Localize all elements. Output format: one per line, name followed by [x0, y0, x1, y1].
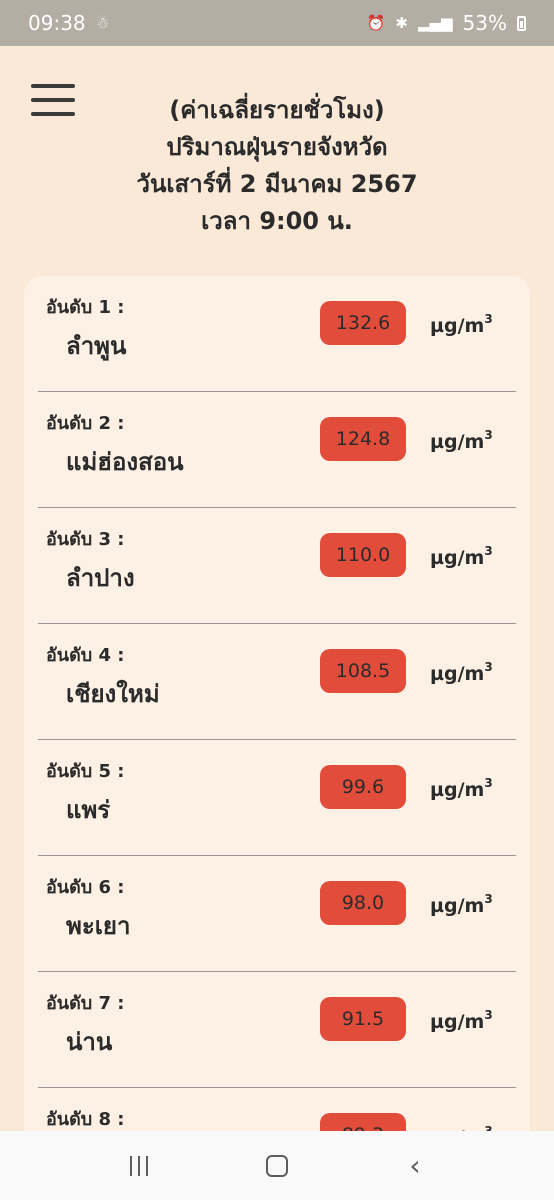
province-name: ลำพูน: [66, 332, 127, 360]
pm25-value-badge: 99.6: [320, 765, 406, 809]
province-name: เชียงใหม่: [66, 680, 160, 708]
rank-label: อันดับ 6 :: [46, 877, 125, 898]
unit-superscript: 3: [484, 1008, 493, 1022]
unit-superscript: 3: [484, 312, 493, 326]
status-bar-right: ⏰ ✱ ▂▄▆ 53%: [367, 11, 526, 35]
rank-label: อันดับ 4 :: [46, 645, 125, 666]
pm25-value-badge: 110.0: [320, 533, 406, 577]
unit-text: µg/m: [430, 895, 485, 917]
rank-label: อันดับ 7 :: [46, 993, 125, 1014]
unit-label: µg/m3: [430, 544, 493, 569]
battery-icon: [517, 15, 526, 31]
recent-apps-button[interactable]: [119, 1146, 159, 1186]
home-icon: [266, 1154, 288, 1177]
status-bar: 09:38 ☃ ⏰ ✱ ▂▄▆ 53%: [0, 0, 554, 46]
hamburger-menu-icon[interactable]: [31, 84, 75, 118]
home-button[interactable]: [257, 1146, 297, 1186]
pm25-value-badge: 132.6: [320, 301, 406, 345]
rank-label: อันดับ 1 :: [46, 297, 125, 318]
notification-icon: ☃: [95, 14, 110, 32]
unit-superscript: 3: [484, 892, 493, 906]
title-time: เวลา 9:00 น.: [201, 207, 353, 235]
signal-icon: ▂▄▆: [417, 14, 453, 32]
province-name: แม่ฮ่องสอน: [66, 448, 184, 476]
pm25-value-badge: 91.5: [320, 997, 406, 1041]
clock: 09:38: [28, 11, 86, 35]
rank-label: อันดับ 5 :: [46, 761, 125, 782]
province-name: น่าน: [66, 1028, 113, 1056]
unit-superscript: 3: [484, 428, 493, 442]
pm25-value-badge: 124.8: [320, 417, 406, 461]
unit-superscript: 3: [484, 660, 493, 674]
title-date: วันเสาร์ที่ 2 มีนาคม 2567: [136, 170, 418, 198]
recent-apps-icon: [130, 1155, 148, 1176]
rank-label: อันดับ 8 :: [46, 1109, 125, 1130]
ranking-row: อันดับ 6 : พะเยา 98.0 µg/m3: [38, 856, 516, 972]
bluetooth-icon: ✱: [395, 14, 408, 32]
back-icon: ‹: [409, 1149, 421, 1182]
unit-text: µg/m: [430, 1011, 485, 1033]
page-title: (ค่าเฉลี่ยรายชั่วโมง) ปริมาณฝุ่นรายจังหว…: [90, 92, 464, 240]
unit-text: µg/m: [430, 779, 485, 801]
rank-label: อันดับ 3 :: [46, 529, 125, 550]
ranking-row: อันดับ 2 : แม่ฮ่องสอน 124.8 µg/m3: [38, 392, 516, 508]
ranking-row: อันดับ 7 : น่าน 91.5 µg/m3: [38, 972, 516, 1088]
province-name: ลำปาง: [66, 564, 135, 592]
ranking-row: อันดับ 4 : เชียงใหม่ 108.5 µg/m3: [38, 624, 516, 740]
unit-label: µg/m3: [430, 776, 493, 801]
title-averaging: (ค่าเฉลี่ยรายชั่วโมง): [169, 96, 385, 124]
unit-text: µg/m: [430, 315, 485, 337]
alarm-icon: ⏰: [366, 14, 386, 32]
ranking-card: อันดับ 1 : ลำพูน 132.6 µg/m3 อันดับ 2 : แม่ฮ่…: [24, 276, 530, 1156]
unit-label: µg/m3: [430, 660, 493, 685]
unit-superscript: 3: [484, 776, 493, 790]
unit-label: µg/m3: [430, 892, 493, 917]
province-name: พะเยา: [66, 912, 131, 940]
unit-text: µg/m: [430, 547, 485, 569]
pm25-value-badge: 98.0: [320, 881, 406, 925]
ranking-row: อันดับ 1 : ลำพูน 132.6 µg/m3: [38, 276, 516, 392]
province-name: แพร่: [66, 796, 111, 824]
unit-text: µg/m: [430, 663, 485, 685]
unit-label: µg/m3: [430, 1008, 493, 1033]
unit-label: µg/m3: [430, 312, 493, 337]
ranking-row: อันดับ 3 : ลำปาง 110.0 µg/m3: [38, 508, 516, 624]
rank-label: อันดับ 2 :: [46, 413, 125, 434]
ranking-row: อันดับ 5 : แพร่ 99.6 µg/m3: [38, 740, 516, 856]
title-main: ปริมาณฝุ่นรายจังหวัด: [166, 133, 388, 161]
unit-superscript: 3: [484, 544, 493, 558]
pm25-value-badge: 108.5: [320, 649, 406, 693]
back-button[interactable]: ‹: [395, 1146, 435, 1186]
status-bar-left: 09:38 ☃: [28, 11, 109, 35]
unit-label: µg/m3: [430, 428, 493, 453]
unit-text: µg/m: [430, 431, 485, 453]
navigation-bar: ‹: [0, 1131, 554, 1200]
battery-percentage: 53%: [462, 11, 507, 35]
